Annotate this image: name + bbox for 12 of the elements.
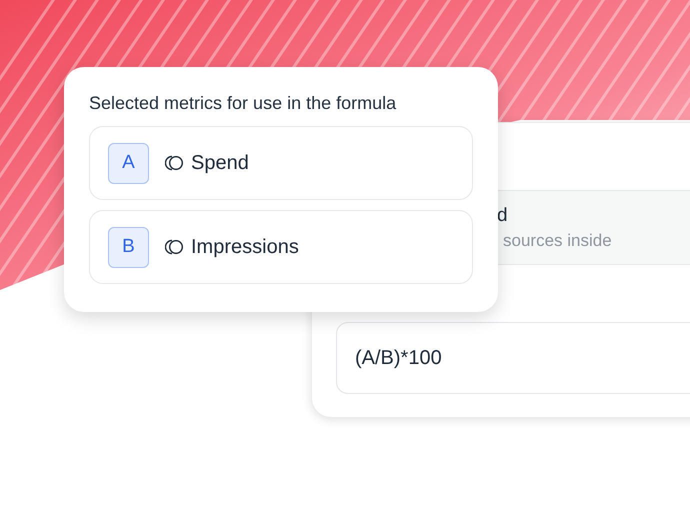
metric-row[interactable]: B Impressions [89, 210, 473, 284]
metric-name: Impressions [191, 236, 299, 258]
metric-letter: A [108, 142, 149, 184]
metric-name: Spend [191, 152, 249, 174]
metric-letter: B [108, 226, 149, 268]
circles-icon [165, 239, 185, 255]
metric-row[interactable]: A Spend [89, 126, 473, 200]
source-title: d [497, 204, 509, 226]
formula-input-field[interactable]: (A/B)*100 [336, 322, 690, 394]
popup-title: Selected metrics for use in the formula [89, 93, 398, 114]
circles-icon [165, 155, 185, 171]
source-subtitle: sources inside [503, 230, 613, 250]
